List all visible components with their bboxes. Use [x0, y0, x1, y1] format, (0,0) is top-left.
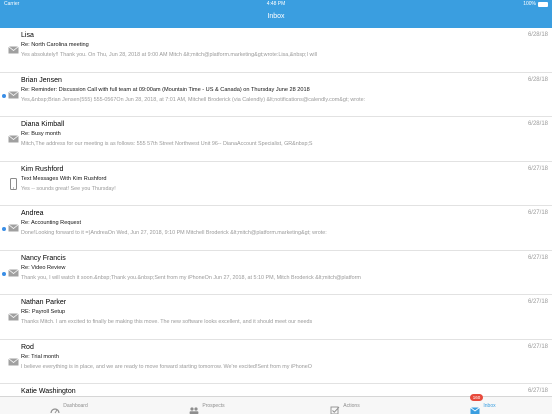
message-date: 6/27/18 — [527, 343, 548, 350]
message-sender: Lisa — [21, 32, 34, 39]
tab-label: Inbox — [483, 403, 496, 409]
checkbox-icon — [330, 402, 340, 414]
message-preview: Thank you, I will watch it soon.&nbsp;Th… — [21, 274, 361, 281]
message-list[interactable]: Lisa 6/28/18 Re: North Carolina meeting Yes… — [0, 28, 552, 396]
message-row[interactable]: Andrea 6/27/18 Re: Accounting Request Done!… — [0, 206, 552, 251]
message-preview: I believe everything is in place, and we… — [21, 363, 312, 370]
message-subject: Re: Reminder: Discussion Call with full … — [21, 86, 310, 93]
message-sender: Diana Kimball — [21, 121, 65, 128]
battery-indicator: 100% — [523, 1, 548, 7]
message-date: 6/28/18 — [527, 76, 548, 83]
tab-prospects[interactable]: Prospects — [138, 397, 276, 414]
page-title: Inbox — [267, 13, 285, 20]
envelope-icon — [8, 43, 19, 57]
message-date: 6/27/18 — [527, 299, 548, 305]
envelope-icon — [8, 310, 19, 324]
message-sender: Brian Jensen — [21, 76, 62, 84]
battery-percent: 100% — [523, 1, 536, 7]
message-date: 6/28/18 — [527, 32, 548, 38]
tab-dashboard[interactable]: Dashboard — [0, 397, 138, 414]
unread-count-badge: 160 — [470, 394, 483, 401]
message-preview: Yes absolutely!! Thank you. On Thu, Jun … — [21, 52, 318, 58]
envelope-icon — [8, 355, 19, 369]
message-preview: Mitch,The address for our meeting is as … — [21, 141, 313, 147]
message-row[interactable]: Nancy Francis 6/27/18 Re: Video Review Than… — [0, 251, 552, 295]
message-date: 6/28/18 — [527, 121, 548, 127]
message-subject: Re: Trial month — [21, 353, 59, 360]
message-row[interactable]: Katie Washington 6/27/18 — [0, 384, 552, 396]
unread-indicator — [2, 93, 6, 98]
phone-icon — [8, 177, 19, 191]
dashboard-icon — [50, 402, 60, 413]
battery-icon — [538, 1, 548, 7]
message-preview: Yes -- sounds great! See you Thursday! — [21, 185, 116, 192]
navigation-bar: Inbox — [0, 9, 552, 28]
message-subject: Re: North Carolina meeting — [21, 42, 89, 48]
tab-label: Prospects — [202, 403, 225, 409]
tab-actions[interactable]: Actions — [276, 397, 414, 414]
inbox-envelope-icon — [470, 402, 481, 414]
tab-label: Actions — [343, 403, 360, 409]
message-preview: Yes,&nbsp;Brian Jensen(555) 555-0567On J… — [21, 96, 366, 103]
message-subject: RE: Payroll Setup — [21, 309, 66, 315]
unread-indicator — [2, 227, 6, 231]
message-date: 6/27/18 — [527, 254, 548, 261]
message-subject: Text Messages With Kim Rushford — [21, 175, 107, 182]
message-row[interactable]: Rod 6/27/18 Re: Trial month I believe every… — [0, 340, 552, 384]
message-preview: Thanks Mitch. I am excited to finally be… — [21, 319, 313, 325]
message-preview: Done!Looking forward to it =)AndreaOn We… — [21, 230, 327, 236]
message-row[interactable]: Kim Rushford 6/27/18 Text Messages With Ki… — [0, 162, 552, 206]
message-sender: Nathan Parker — [21, 299, 67, 306]
message-sender: Nancy Francis — [21, 254, 66, 262]
tab-label: Dashboard — [63, 403, 88, 409]
message-sender: Andrea — [21, 210, 44, 217]
envelope-icon — [8, 266, 19, 280]
message-date: 6/27/18 — [527, 388, 548, 394]
tab-bar: Dashboard Prospects Actions Inbox 160 — [0, 394, 552, 414]
message-sender: Rod — [21, 343, 34, 351]
status-time: 4:48 PM — [266, 1, 286, 7]
message-row[interactable]: Diana Kimball 6/28/18 Re: Busy month Mitch,… — [0, 117, 552, 162]
message-date: 6/27/18 — [527, 210, 548, 216]
envelope-icon — [8, 88, 19, 102]
envelope-icon — [8, 221, 19, 235]
message-row[interactable]: Nathan Parker 6/27/18 RE: Payroll Setup Tha… — [0, 295, 552, 340]
people-icon — [189, 402, 199, 414]
message-sender: Katie Washington — [21, 388, 76, 395]
message-sender: Kim Rushford — [21, 165, 64, 173]
message-row[interactable]: Lisa 6/28/18 Re: North Carolina meeting Yes… — [0, 28, 552, 73]
message-subject: Re: Accounting Request — [21, 220, 82, 226]
envelope-icon — [8, 132, 19, 146]
tab-inbox[interactable]: Inbox 160 — [414, 394, 552, 414]
status-bar: Carrier 4:48 PM 100% — [0, 0, 552, 9]
unread-indicator — [2, 271, 6, 276]
message-row[interactable]: Brian Jensen 6/28/18 Re: Reminder: Discuss… — [0, 73, 552, 117]
message-subject: Re: Video Review — [21, 264, 66, 271]
message-date: 6/27/18 — [527, 165, 548, 172]
message-subject: Re: Busy month — [21, 131, 61, 137]
